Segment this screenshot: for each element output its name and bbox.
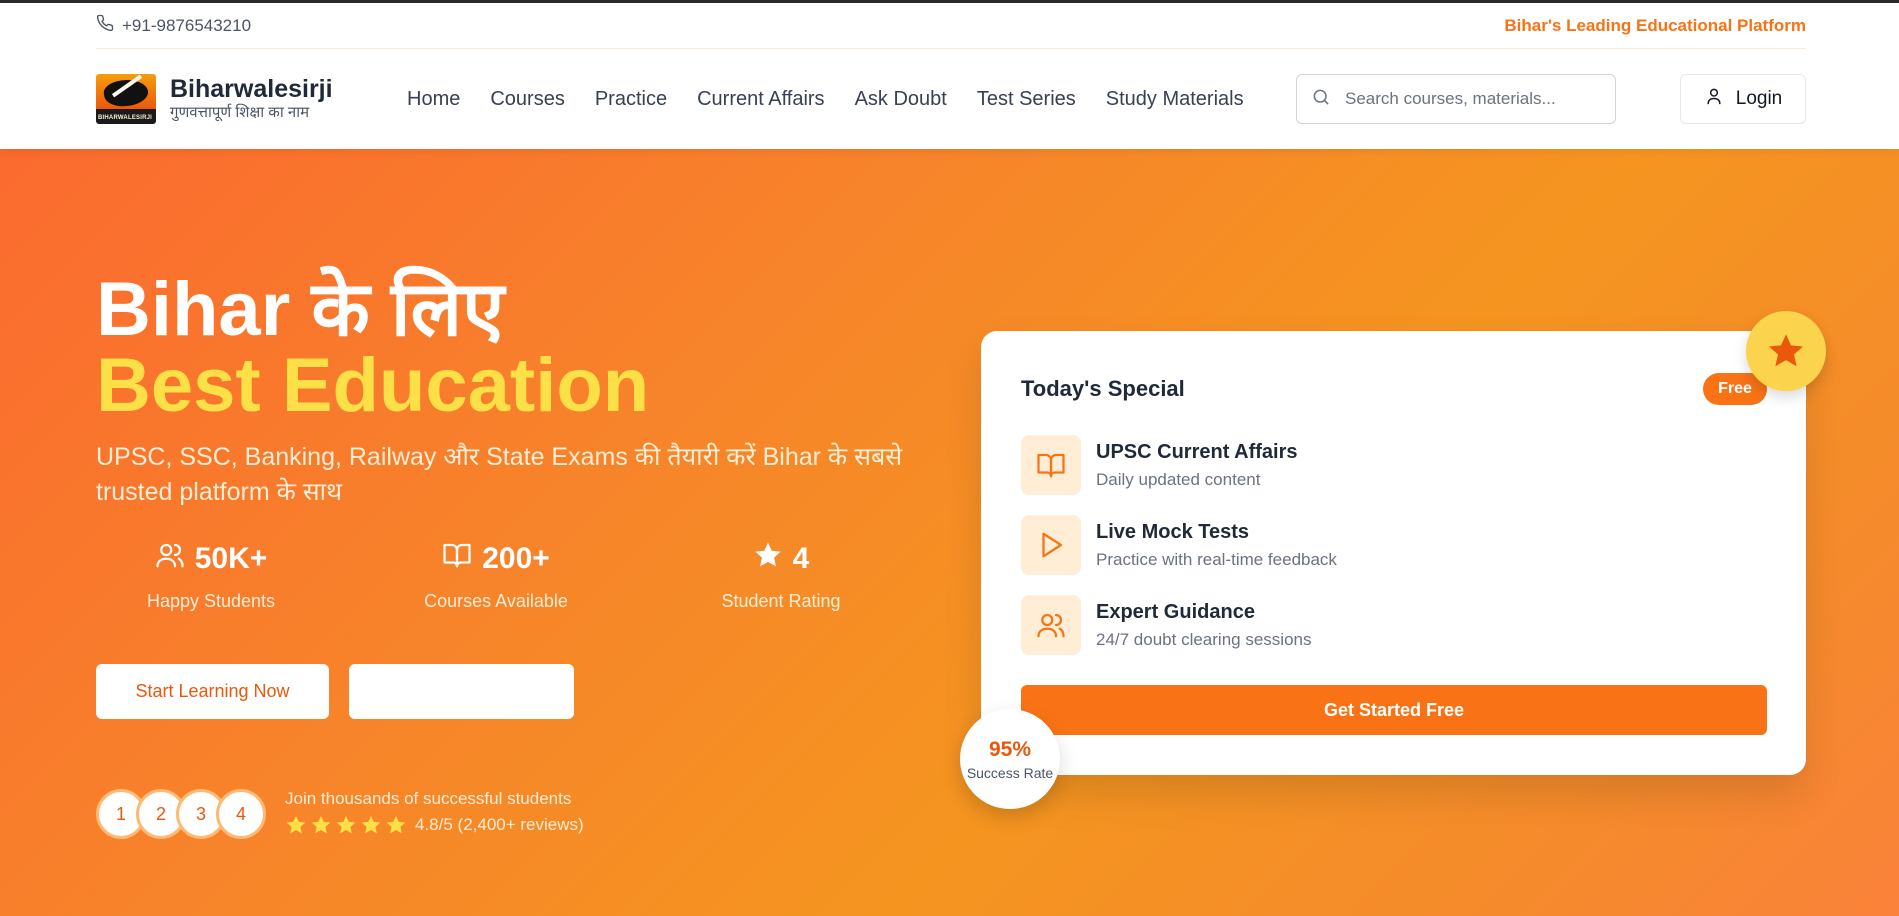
hero-section: Bihar के लिए Best Education UPSC, SSC, B… [0, 149, 1899, 916]
nav-practice[interactable]: Practice [580, 88, 682, 111]
feature-subtitle: Practice with real-time feedback [1096, 550, 1337, 569]
primary-nav: Home Courses Practice Current Affairs As… [392, 88, 1259, 111]
brand-name: Biharwalesirji [170, 75, 333, 103]
feature-upsc-current-affairs[interactable]: UPSC Current Affairs Daily updated conte… [1021, 435, 1761, 495]
star-icon [753, 540, 783, 578]
star-icon [361, 815, 381, 834]
phone-number: +91-9876543210 [122, 15, 252, 35]
card-title: Today's Special [1021, 376, 1185, 401]
star-icon [386, 815, 406, 834]
hero-title-line2: Best Education [96, 343, 650, 428]
stat-value: 50K+ [194, 542, 268, 575]
hero-description: UPSC, SSC, Banking, Railway और State Exa… [96, 443, 903, 506]
phone-icon [96, 14, 114, 37]
contact-topbar: +91-9876543210 Bihar's Leading Education… [96, 3, 1806, 49]
nav-test-series[interactable]: Test Series [962, 88, 1091, 111]
hero-stats: 50K+ Happy Students 200+ Courses Availab… [96, 539, 946, 629]
login-button[interactable]: Login [1680, 74, 1806, 124]
start-learning-button[interactable]: Start Learning Now [96, 664, 329, 719]
star-icon [311, 815, 331, 834]
success-rate-value: 95% [988, 737, 1032, 761]
search-box[interactable] [1296, 74, 1616, 124]
nav-ask-doubt[interactable]: Ask Doubt [840, 88, 962, 111]
feature-subtitle: Daily updated content [1096, 470, 1261, 489]
main-navigation-row: BIHARWALESIRJI Biharwalesirji गुणवत्तापू… [96, 49, 1806, 149]
nav-home[interactable]: Home [392, 88, 475, 111]
success-rate-label: Success Rate [966, 764, 1054, 781]
nav-current-affairs[interactable]: Current Affairs [682, 88, 839, 111]
brand-subtitle: गुणवत्तापूर्ण शिक्षा का नाम [170, 104, 310, 121]
login-label: Login [1735, 88, 1783, 109]
users-icon [155, 540, 185, 578]
feature-title: UPSC Current Affairs [1096, 441, 1298, 463]
phone-contact[interactable]: +91-9876543210 [96, 14, 251, 37]
users-icon [1021, 595, 1081, 655]
search-icon [1311, 87, 1331, 112]
platform-tagline: Bihar's Leading Educational Platform [1504, 15, 1806, 35]
secondary-hero-button[interactable] [349, 664, 574, 719]
brand-logo-image: BIHARWALESIRJI [96, 74, 156, 124]
site-header: +91-9876543210 Bihar's Leading Education… [0, 3, 1899, 149]
rating-text: 4.8/5 (2,400+ reviews) [415, 815, 584, 834]
success-rate-badge: 95% Success Rate [960, 709, 1060, 809]
brand-logo-link[interactable]: BIHARWALESIRJI Biharwalesirji गुणवत्तापू… [96, 74, 392, 124]
stat-student-rating: 4 Student Rating [666, 539, 896, 612]
star-icon [286, 815, 306, 834]
feature-title: Live Mock Tests [1096, 521, 1250, 543]
get-started-free-button[interactable]: Get Started Free [1021, 685, 1767, 735]
star-badge [1746, 311, 1826, 391]
join-text: Join thousands of successful students [285, 789, 572, 808]
stat-label: Courses Available [424, 591, 568, 611]
nav-courses[interactable]: Courses [475, 88, 579, 111]
stat-happy-students: 50K+ Happy Students [96, 539, 326, 612]
stat-courses-available: 200+ Courses Available [381, 539, 611, 612]
rating-row: 4.8/5 (2,400+ reviews) [285, 814, 584, 836]
student-avatars: 1 2 3 4 [96, 789, 266, 839]
stat-label: Happy Students [146, 591, 276, 611]
nav-study-materials[interactable]: Study Materials [1091, 88, 1259, 111]
feature-live-mock-tests[interactable]: Live Mock Tests Practice with real-time … [1021, 515, 1761, 575]
book-open-icon [1021, 435, 1081, 495]
feature-expert-guidance[interactable]: Expert Guidance 24/7 doubt clearing sess… [1021, 595, 1761, 655]
feature-subtitle: 24/7 doubt clearing sessions [1096, 630, 1312, 649]
stat-value: 200+ [482, 542, 550, 575]
search-input[interactable] [1345, 89, 1605, 109]
star-icon [1769, 334, 1803, 367]
star-icon [336, 815, 356, 834]
todays-special-card: Today's Special Free UPSC Current Affair… [981, 331, 1806, 775]
feature-title: Expert Guidance [1096, 601, 1255, 623]
book-icon [442, 540, 472, 578]
logo-lettering: BIHARWALESIRJI [98, 115, 153, 121]
stat-value: 4 [792, 542, 810, 575]
hero-title-line1: Bihar के लिए [96, 267, 505, 352]
avatar: 4 [216, 789, 266, 839]
stat-label: Student Rating [721, 591, 841, 611]
user-icon [1704, 86, 1724, 112]
play-icon [1021, 515, 1081, 575]
